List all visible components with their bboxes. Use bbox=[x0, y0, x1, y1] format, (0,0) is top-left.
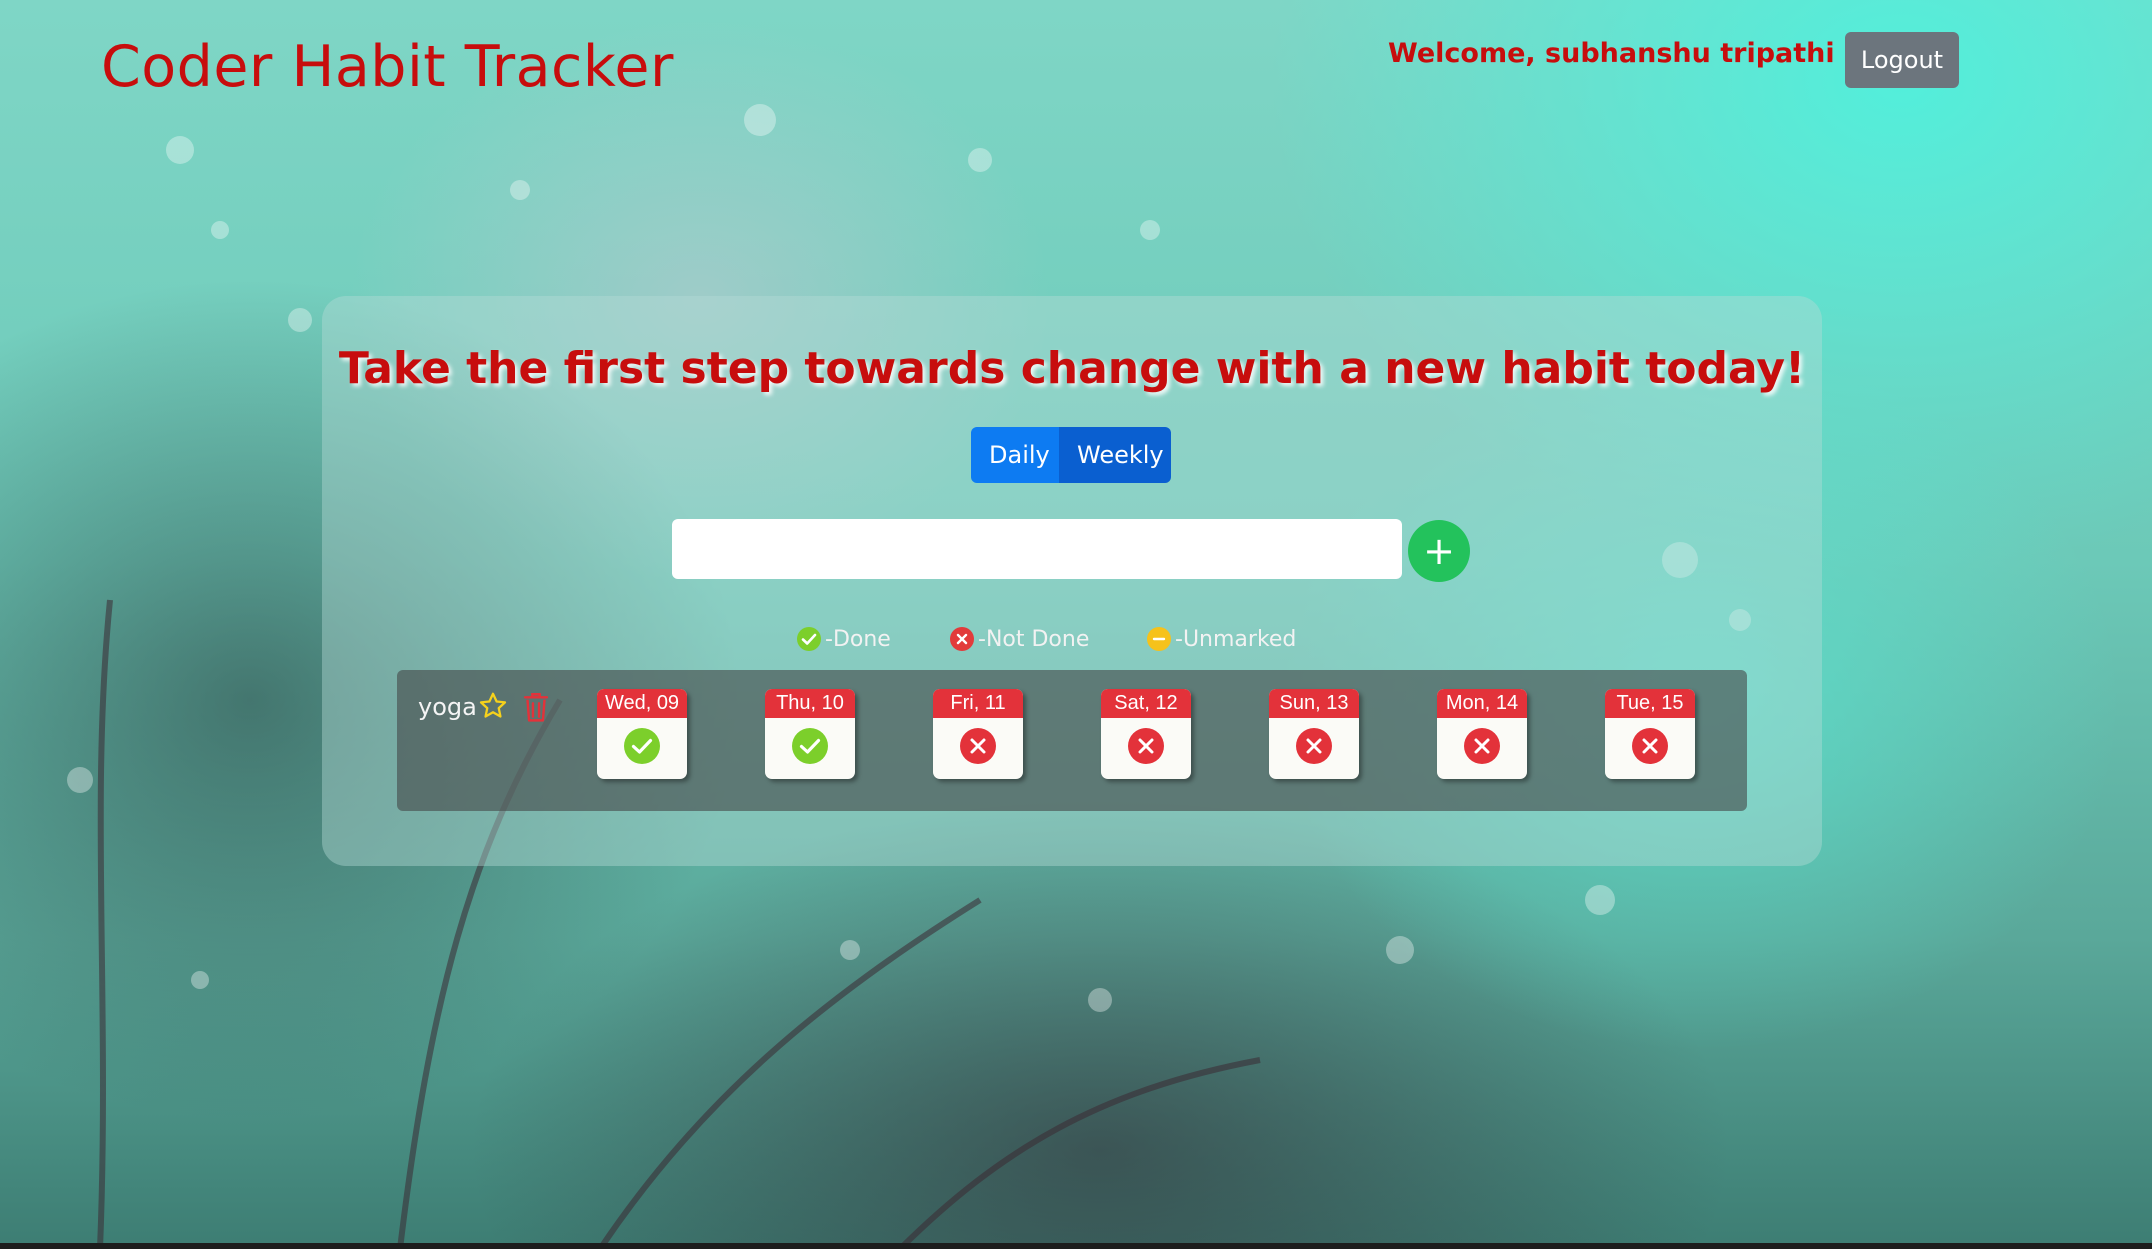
view-toggle: Daily Weekly bbox=[971, 427, 1171, 483]
x-circle-icon bbox=[1296, 728, 1332, 764]
legend-unmarked: -Unmarked bbox=[1147, 624, 1296, 654]
day-label: Thu, 10 bbox=[765, 689, 855, 718]
daily-view-button[interactable]: Daily bbox=[971, 427, 1059, 483]
day-card-tue-15[interactable]: Tue, 15 bbox=[1605, 689, 1695, 779]
legend-not-done-label: -Not Done bbox=[978, 626, 1090, 652]
day-label: Sun, 13 bbox=[1269, 689, 1359, 718]
check-circle-icon bbox=[792, 728, 828, 764]
legend-done: -Done bbox=[797, 624, 891, 654]
day-label: Mon, 14 bbox=[1437, 689, 1527, 718]
day-label: Tue, 15 bbox=[1605, 689, 1695, 718]
bottom-border bbox=[0, 1243, 2152, 1249]
page-headline: Take the first step towards change with … bbox=[338, 343, 1806, 394]
day-card-fri-11[interactable]: Fri, 11 bbox=[933, 689, 1023, 779]
day-card-wed-09[interactable]: Wed, 09 bbox=[597, 689, 687, 779]
star-outline-icon[interactable] bbox=[477, 690, 509, 722]
x-circle-icon bbox=[1464, 728, 1500, 764]
habit-name: yoga bbox=[418, 693, 477, 721]
habit-panel: Take the first step towards change with … bbox=[322, 296, 1822, 866]
brand-title[interactable]: Coder Habit Tracker bbox=[101, 34, 674, 100]
x-circle-icon bbox=[1128, 728, 1164, 764]
weekly-view-button[interactable]: Weekly bbox=[1059, 427, 1171, 483]
x-circle-icon bbox=[960, 728, 996, 764]
minus-circle-icon bbox=[1147, 627, 1171, 651]
day-card-mon-14[interactable]: Mon, 14 bbox=[1437, 689, 1527, 779]
legend-not-done: -Not Done bbox=[950, 624, 1089, 654]
check-circle-icon bbox=[624, 728, 660, 764]
day-card-sat-12[interactable]: Sat, 12 bbox=[1101, 689, 1191, 779]
trash-icon[interactable] bbox=[521, 690, 551, 724]
legend-done-label: -Done bbox=[825, 626, 891, 652]
x-circle-icon bbox=[1632, 728, 1668, 764]
day-label: Fri, 11 bbox=[933, 689, 1023, 718]
logout-button[interactable]: Logout bbox=[1845, 32, 1959, 88]
legend-unmarked-label: -Unmarked bbox=[1175, 626, 1297, 652]
day-card-sun-13[interactable]: Sun, 13 bbox=[1269, 689, 1359, 779]
day-card-thu-10[interactable]: Thu, 10 bbox=[765, 689, 855, 779]
new-habit-input[interactable] bbox=[672, 519, 1402, 579]
welcome-text: Welcome, subhanshu tripathi bbox=[1388, 38, 1835, 69]
habit-row: yoga Wed, 09 Thu, 10 Fri, 11 Sat, 12 Sun… bbox=[397, 670, 1747, 811]
check-circle-icon bbox=[797, 627, 821, 651]
x-circle-icon bbox=[950, 627, 974, 651]
day-label: Wed, 09 bbox=[597, 689, 687, 718]
day-label: Sat, 12 bbox=[1101, 689, 1191, 718]
add-habit-button[interactable]: + bbox=[1408, 520, 1470, 582]
